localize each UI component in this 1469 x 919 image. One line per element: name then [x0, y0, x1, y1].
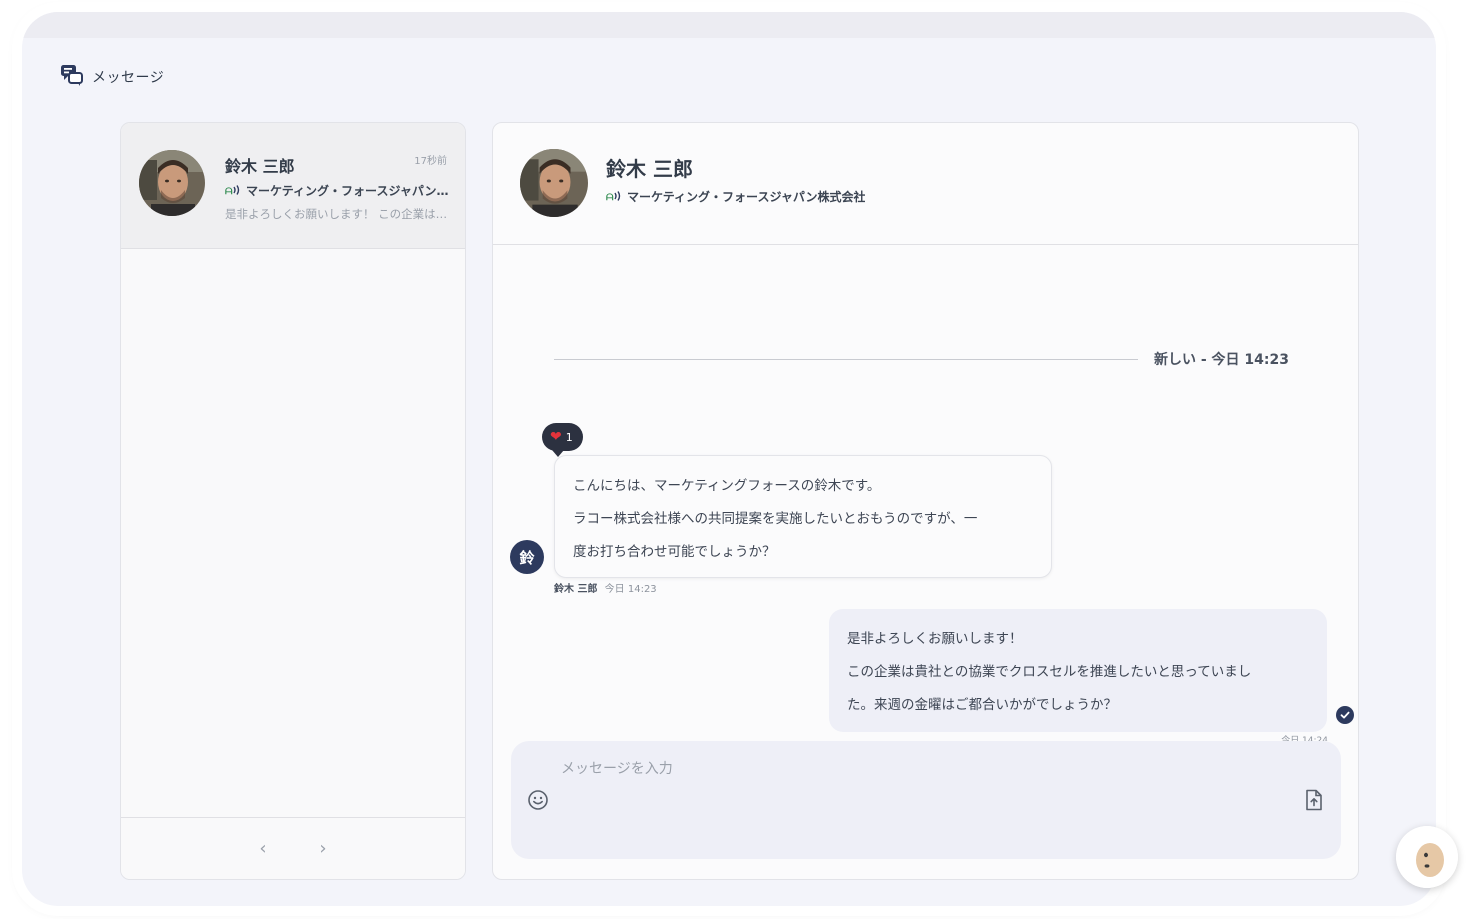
divider-label: 新しい - 今日 14:23 [1154, 352, 1289, 368]
message-icon [60, 63, 84, 91]
avatar [139, 150, 205, 216]
check-icon [1336, 706, 1354, 724]
outgoing-message[interactable]: 是非よろしくお願いします！ この企業は貴社との協業でクロスセルを推進したいと思っ… [829, 609, 1327, 732]
company-name: マーケティング・フォースジャパン株式会社 [246, 184, 451, 198]
conversation-name: 鈴木 三郎 [225, 157, 295, 176]
svg-text:ᗩ: ᗩ [606, 192, 614, 202]
chat-panel: 鈴木 三郎 ᗩ マーケティング・フォースジャパン株式会社 新しい - 今日 14… [492, 122, 1359, 880]
conversation-list: 鈴木 三郎 17秒前 ᗩ マーケティング・フォースジャパン株式会社 是非よろしく… [120, 122, 466, 880]
company-name: マーケティング・フォースジャパン株式会社 [627, 190, 866, 204]
message-line: ラコー株式会社様への共同提案を実施したいとおもうのですが、一 [573, 511, 978, 527]
message-input[interactable] [561, 755, 1261, 783]
reaction-badge[interactable]: ❤ 1 [542, 423, 583, 457]
chat-contact-name: 鈴木 三郎 [606, 157, 693, 181]
window-top-bar [22, 12, 1436, 38]
assistant-button[interactable] [1396, 826, 1458, 888]
incoming-message[interactable]: こんにちは、マーケティングフォースの鈴木です。 ラコー株式会社様への共同提案を実… [554, 455, 1052, 578]
conversation-item[interactable]: 鈴木 三郎 17秒前 ᗩ マーケティング・フォースジャパン株式会社 是非よろしく… [121, 123, 465, 249]
conversation-time: 17秒前 [414, 156, 447, 167]
chat-header: 鈴木 三郎 ᗩ マーケティング・フォースジャパン株式会社 [493, 123, 1358, 245]
message-line: 度お打ち合わせ可能でしょうか？ [573, 544, 776, 560]
message-composer [511, 741, 1341, 859]
app-header: メッセージ [60, 63, 164, 91]
company-logo-icon: ᗩ [225, 181, 241, 200]
page-title: メッセージ [92, 70, 165, 86]
chevron-left-icon[interactable]: ‹ [251, 837, 275, 861]
company-logo-icon: ᗩ [606, 187, 622, 206]
heart-icon: ❤ [550, 429, 562, 445]
divider-line [554, 358, 1138, 360]
sender-name: 鈴木 三郎 [554, 584, 598, 595]
conversation-preview: 是非よろしくお願いします！ この企業は貴社との協業でクロスセルを推進したいと思っ… [225, 207, 449, 221]
sender-avatar: 鈴 [510, 540, 544, 574]
date-divider: 新しい - 今日 14:23 [554, 349, 1289, 369]
conversation-company: ᗩ マーケティング・フォースジャパン株式会社 [225, 181, 451, 200]
upload-icon[interactable] [1301, 787, 1327, 813]
message-time: 今日 14:23 [604, 584, 657, 595]
app-window: メッセージ 鈴木 三郎 17秒前 ᗩ マーケティング・フォースジャパン株 是非よ… [22, 12, 1436, 906]
message-line: た。来週の金曜はご都合いかがでしょうか？ [847, 697, 1117, 713]
message-line: この企業は貴社との協業でクロスセルを推進したいと思っていまし [847, 664, 1252, 680]
emoji-icon[interactable] [525, 787, 551, 813]
message-line: こんにちは、マーケティングフォースの鈴木です。 [573, 478, 881, 494]
message-line: 是非よろしくお願いします！ [847, 631, 1023, 647]
conversation-pager: ‹ › [121, 817, 465, 879]
chevron-right-icon[interactable]: › [311, 837, 335, 861]
avatar [520, 149, 588, 217]
incoming-message-meta: 鈴木 三郎 今日 14:23 [554, 580, 657, 595]
svg-text:ᗩ: ᗩ [225, 186, 233, 196]
chat-contact-company: ᗩ マーケティング・フォースジャパン株式会社 [606, 187, 865, 206]
reaction-count: 1 [565, 430, 573, 444]
assistant-icon [1396, 826, 1458, 888]
